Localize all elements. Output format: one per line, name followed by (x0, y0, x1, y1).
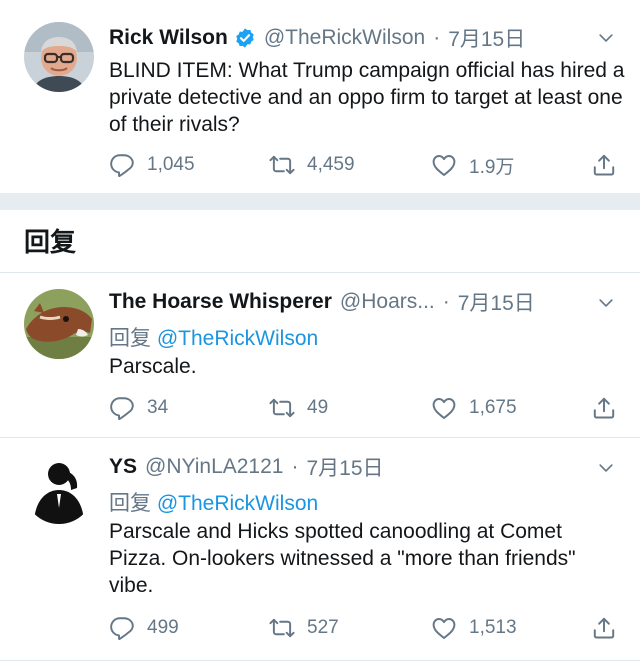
reply-button[interactable]: 34 (109, 393, 168, 423)
reply-count: 499 (147, 617, 179, 638)
share-button[interactable] (591, 393, 629, 423)
replying-prefix: 回复 (109, 492, 151, 515)
reply-icon (109, 395, 135, 421)
retweet-button[interactable]: 4,459 (269, 150, 355, 180)
tweet-actions: 34 49 1,675 (109, 393, 620, 423)
tweet-header: YS @NYinLA2121 · 7月15日 (109, 453, 384, 481)
chevron-down-icon[interactable] (596, 458, 616, 478)
tweet-text: BLIND ITEM: What Trump campaign official… (109, 59, 625, 136)
retweet-button[interactable]: 49 (269, 393, 328, 423)
heart-icon (431, 615, 457, 641)
like-count: 1,675 (469, 397, 517, 418)
reply-button[interactable]: 1,045 (109, 150, 195, 180)
avatar[interactable] (24, 454, 94, 524)
heart-icon (431, 395, 457, 421)
retweet-count: 4,459 (307, 154, 355, 175)
reply-button[interactable]: 499 (109, 613, 179, 643)
share-icon (591, 615, 617, 641)
retweet-icon (269, 395, 295, 421)
handle[interactable]: @TheRickWilson (264, 26, 425, 50)
replying-to: 回复 @TheRickWilson (109, 487, 318, 517)
main-tweet[interactable]: Rick Wilson @TheRickWilson · 7月15日 BLIND… (0, 0, 640, 193)
handle[interactable]: @Hoars... (340, 290, 435, 314)
display-name[interactable]: The Hoarse Whisperer (109, 290, 332, 314)
timestamp[interactable]: 7月15日 (306, 452, 383, 482)
tweet-text: Parscale. (109, 355, 197, 378)
tweet-text: Parscale and Hicks spotted canoodling at… (109, 520, 576, 597)
timestamp[interactable]: 7月15日 (448, 23, 525, 53)
retweet-button[interactable]: 527 (269, 613, 339, 643)
avatar[interactable] (24, 289, 94, 359)
share-icon (591, 152, 617, 178)
share-icon (591, 395, 617, 421)
like-count: 1.9万 (469, 156, 515, 178)
retweet-icon (269, 152, 295, 178)
chevron-down-icon[interactable] (596, 293, 616, 313)
retweet-icon (269, 615, 295, 641)
timestamp[interactable]: 7月15日 (458, 287, 535, 317)
section-separator (0, 193, 640, 210)
like-button[interactable]: 1.9万 (431, 150, 514, 180)
tweet-actions: 1,045 4,459 1.9万 (109, 150, 620, 180)
divider (0, 660, 640, 661)
separator-dot: · (433, 26, 441, 49)
tweet-actions: 499 527 1,513 (109, 613, 620, 643)
reply-icon (109, 615, 135, 641)
like-button[interactable]: 1,513 (431, 613, 517, 643)
retweet-count: 49 (307, 397, 329, 418)
reply-tweet[interactable]: YS @NYinLA2121 · 7月15日 回复 @TheRickWilson… (0, 438, 640, 660)
retweet-count: 527 (307, 617, 339, 638)
tweet-header: Rick Wilson @TheRickWilson · 7月15日 (109, 24, 525, 52)
replies-heading: 回复 (24, 227, 77, 257)
reply-tweet[interactable]: The Hoarse Whisperer @Hoars... · 7月15日 回… (0, 273, 640, 436)
replying-to: 回复 @TheRickWilson (109, 322, 318, 352)
handle[interactable]: @NYinLA2121 (145, 455, 283, 479)
tweet-header: The Hoarse Whisperer @Hoars... · 7月15日 (109, 288, 535, 316)
reply-icon (109, 152, 135, 178)
share-button[interactable] (591, 150, 629, 180)
mention-link[interactable]: @TheRickWilson (157, 327, 318, 350)
mention-link[interactable]: @TheRickWilson (157, 492, 318, 515)
replying-prefix: 回复 (109, 327, 151, 350)
reply-count: 1,045 (147, 154, 195, 175)
avatar[interactable] (24, 22, 94, 92)
separator-dot: · (291, 455, 299, 478)
like-button[interactable]: 1,675 (431, 393, 517, 423)
verified-badge-icon (236, 28, 254, 48)
display-name[interactable]: YS (109, 455, 137, 479)
like-count: 1,513 (469, 617, 517, 638)
chevron-down-icon[interactable] (596, 28, 616, 48)
heart-icon (431, 152, 457, 178)
share-button[interactable] (591, 613, 629, 643)
reply-count: 34 (147, 397, 169, 418)
separator-dot: · (442, 290, 450, 313)
display-name[interactable]: Rick Wilson (109, 26, 228, 50)
